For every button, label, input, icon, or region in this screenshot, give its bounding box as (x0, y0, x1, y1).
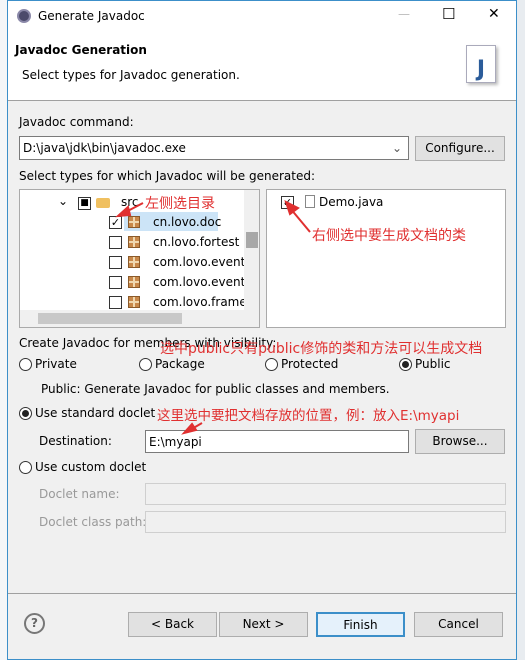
annotation-arrows (115, 200, 311, 435)
